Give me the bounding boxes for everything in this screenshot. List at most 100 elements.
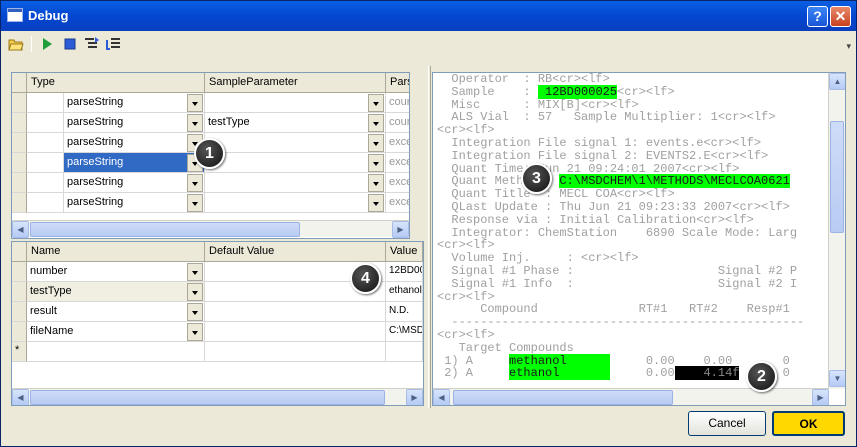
vertical-scrollbar[interactable]: ▲ ▼ [828, 73, 845, 389]
chevron-down-icon[interactable] [187, 263, 203, 281]
callout-1: 1 [194, 138, 225, 169]
name-cell[interactable]: number [27, 262, 205, 282]
value-cell[interactable]: C:\MSD [386, 322, 423, 342]
scrollbar-thumb[interactable] [830, 121, 844, 233]
type-value: parseString [67, 116, 124, 128]
value-cell[interactable] [386, 342, 423, 362]
toolbar-overflow-icon[interactable]: ▾ [846, 41, 851, 52]
type-cell[interactable]: parseString [64, 93, 205, 113]
type-value: parseString [67, 176, 124, 188]
callout-4: 4 [350, 263, 381, 294]
scroll-right-icon[interactable]: ▶ [812, 389, 829, 405]
window-title: Debug [28, 8, 69, 23]
chevron-down-icon[interactable] [368, 94, 384, 112]
default-value-cell[interactable] [205, 342, 386, 362]
column-header-sampleparameter[interactable]: SampleParameter [205, 73, 386, 93]
chevron-down-icon[interactable] [187, 94, 203, 112]
column-header-default-value[interactable]: Default Value [205, 242, 386, 262]
cancel-button[interactable]: Cancel [688, 411, 766, 436]
chevron-down-icon[interactable] [187, 323, 203, 341]
pars-cell[interactable]: exce [386, 173, 409, 193]
name-value: number [30, 265, 68, 277]
type-cell[interactable]: parseString [64, 173, 205, 193]
row-header [12, 193, 27, 213]
window-icon [7, 8, 23, 22]
row-header [12, 262, 27, 282]
chevron-down-icon[interactable] [368, 114, 384, 132]
type-cell[interactable]: parseString [64, 153, 205, 173]
stop-icon[interactable] [62, 36, 78, 52]
name-cell[interactable]: testType [27, 282, 205, 302]
pars-cell[interactable]: exce [386, 133, 409, 153]
chevron-down-icon[interactable] [187, 283, 203, 301]
horizontal-scrollbar[interactable]: ◀ ▶ [433, 388, 829, 405]
scrollbar-thumb[interactable] [30, 222, 300, 237]
column-header-value[interactable]: Value [386, 242, 423, 262]
row-header [12, 153, 27, 173]
row-header [12, 282, 27, 302]
horizontal-scrollbar[interactable]: ◀ ▶ [12, 388, 423, 405]
chevron-down-icon[interactable] [368, 134, 384, 152]
ok-button[interactable]: OK [772, 411, 845, 436]
chevron-down-icon[interactable] [187, 174, 203, 192]
sample-cell[interactable] [205, 193, 386, 213]
name-cell[interactable]: result [27, 302, 205, 322]
step-over-icon[interactable] [84, 36, 100, 52]
splitter[interactable] [428, 66, 431, 408]
column-header-pars[interactable]: Pars [386, 73, 409, 93]
pars-cell[interactable]: cour [386, 113, 409, 133]
chevron-down-icon[interactable] [187, 303, 203, 321]
pars-cell[interactable]: exce [386, 193, 409, 213]
scroll-right-icon[interactable]: ▶ [406, 389, 423, 405]
scroll-up-icon[interactable]: ▲ [829, 73, 845, 90]
sample-cell[interactable] [205, 93, 386, 113]
type-cell[interactable]: parseString [64, 193, 205, 213]
pars-cell[interactable]: exce [386, 153, 409, 173]
sample-cell[interactable] [205, 153, 386, 173]
column-header-type[interactable]: Type [27, 73, 205, 93]
scroll-left-icon[interactable]: ◀ [12, 389, 29, 405]
row-header [12, 302, 27, 322]
column-header-name[interactable]: Name [27, 242, 205, 262]
value-cell[interactable]: 12BD00 [386, 262, 423, 282]
sample-cell[interactable] [205, 173, 386, 193]
value-cell[interactable]: ethanol [386, 282, 423, 302]
run-icon[interactable] [39, 36, 55, 52]
type-value: parseString [67, 156, 124, 168]
name-cell[interactable] [27, 342, 205, 362]
chevron-down-icon[interactable] [187, 194, 203, 212]
toolbar: ▾ [5, 33, 853, 55]
open-folder-icon[interactable] [8, 36, 24, 52]
scroll-right-icon[interactable]: ▶ [392, 221, 409, 238]
scrollbar-thumb[interactable] [453, 390, 673, 405]
chevron-down-icon[interactable] [368, 174, 384, 192]
report-text-panel[interactable]: Operator : RB<cr><lf> Sample : 12BD00002… [432, 72, 846, 406]
toolbar-separator [31, 36, 32, 52]
tree-indent [27, 193, 64, 213]
scroll-left-icon[interactable]: ◀ [433, 389, 450, 405]
chevron-down-icon[interactable] [187, 114, 203, 132]
step-into-icon[interactable] [106, 36, 122, 52]
default-value-cell[interactable] [205, 302, 386, 322]
help-button[interactable]: ? [807, 6, 828, 27]
type-cell[interactable]: parseString [64, 113, 205, 133]
close-button[interactable]: ✕ [830, 6, 851, 27]
sample-cell[interactable] [205, 133, 386, 153]
default-value-cell[interactable] [205, 322, 386, 342]
chevron-down-icon[interactable] [368, 154, 384, 172]
scroll-left-icon[interactable]: ◀ [12, 221, 29, 238]
row-header [12, 173, 27, 193]
row-header [12, 93, 27, 113]
scrollbar-thumb[interactable] [30, 390, 385, 405]
name-cell[interactable]: fileName [27, 322, 205, 342]
value-cell[interactable]: N.D. [386, 302, 423, 322]
sample-cell[interactable]: testType [205, 113, 386, 133]
scroll-down-icon[interactable]: ▼ [829, 370, 845, 387]
tree-indent [27, 133, 64, 153]
chevron-down-icon[interactable] [368, 194, 384, 212]
tree-indent [27, 153, 64, 173]
type-value: parseString [67, 136, 124, 148]
horizontal-scrollbar[interactable]: ◀ ▶ [12, 220, 409, 238]
type-cell[interactable]: parseString [64, 133, 205, 153]
pars-cell[interactable]: cour [386, 93, 409, 113]
